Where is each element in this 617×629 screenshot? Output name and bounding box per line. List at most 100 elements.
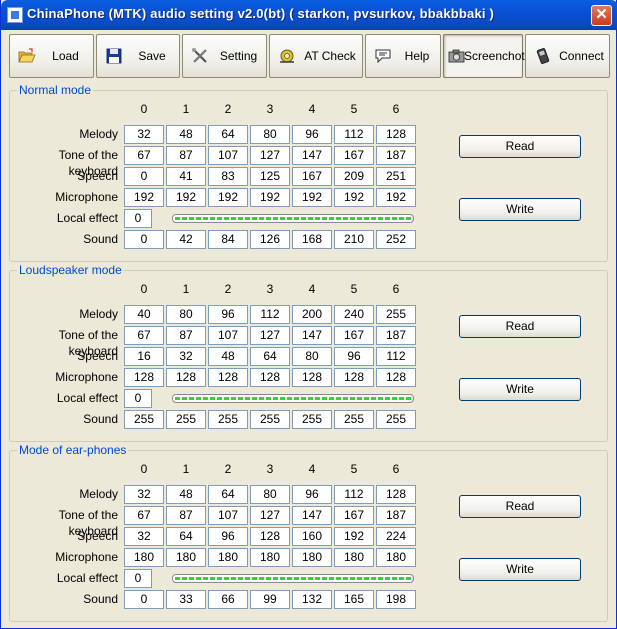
load-button[interactable]: Load [9,34,94,78]
keyboard-value-input[interactable]: 67 [124,146,164,165]
melody-value-input[interactable]: 80 [250,485,290,504]
speech-value-input[interactable]: 96 [334,347,374,366]
microphone-value-input[interactable]: 180 [124,548,164,567]
melody-value-input[interactable]: 112 [334,125,374,144]
write-button[interactable]: Write [459,558,581,581]
melody-value-input[interactable]: 96 [208,305,248,324]
keyboard-value-input[interactable]: 87 [166,326,206,345]
melody-value-input[interactable]: 96 [292,125,332,144]
sound-value-input[interactable]: 84 [208,230,248,249]
speech-value-input[interactable]: 80 [292,347,332,366]
sound-value-input[interactable]: 168 [292,230,332,249]
melody-value-input[interactable]: 32 [124,485,164,504]
keyboard-value-input[interactable]: 107 [208,326,248,345]
keyboard-value-input[interactable]: 107 [208,146,248,165]
melody-value-input[interactable]: 200 [292,305,332,324]
microphone-value-input[interactable]: 192 [334,188,374,207]
connect-button[interactable]: Connect [525,34,610,78]
microphone-value-input[interactable]: 128 [208,368,248,387]
setting-button[interactable]: Setting [182,34,267,78]
close-button[interactable]: ✕ [591,5,612,26]
sound-value-input[interactable]: 255 [208,410,248,429]
microphone-value-input[interactable]: 192 [208,188,248,207]
microphone-value-input[interactable]: 128 [250,368,290,387]
sound-value-input[interactable]: 126 [250,230,290,249]
melody-value-input[interactable]: 96 [292,485,332,504]
read-button[interactable]: Read [459,135,581,158]
screenshot-button[interactable]: Screenchot [443,34,525,78]
melody-value-input[interactable]: 240 [334,305,374,324]
read-button[interactable]: Read [459,495,581,518]
microphone-value-input[interactable]: 180 [376,548,416,567]
microphone-value-input[interactable]: 192 [166,188,206,207]
speech-value-input[interactable]: 125 [250,167,290,186]
microphone-value-input[interactable]: 180 [292,548,332,567]
sound-value-input[interactable]: 255 [376,410,416,429]
sound-value-input[interactable]: 33 [166,590,206,609]
sound-value-input[interactable]: 165 [334,590,374,609]
keyboard-value-input[interactable]: 167 [334,506,374,525]
keyboard-value-input[interactable]: 87 [166,146,206,165]
speech-value-input[interactable]: 64 [250,347,290,366]
speech-value-input[interactable]: 224 [376,527,416,546]
keyboard-value-input[interactable]: 87 [166,506,206,525]
title-bar[interactable]: ChinaPhone (MTK) audio setting v2.0(bt) … [1,0,617,30]
microphone-value-input[interactable]: 192 [376,188,416,207]
save-button[interactable]: Save [96,34,180,78]
sound-value-input[interactable]: 255 [166,410,206,429]
melody-value-input[interactable]: 112 [250,305,290,324]
keyboard-value-input[interactable]: 147 [292,506,332,525]
microphone-value-input[interactable]: 128 [376,368,416,387]
melody-value-input[interactable]: 80 [250,125,290,144]
microphone-value-input[interactable]: 180 [166,548,206,567]
melody-value-input[interactable]: 128 [376,125,416,144]
speech-value-input[interactable]: 160 [292,527,332,546]
microphone-value-input[interactable]: 180 [334,548,374,567]
sound-value-input[interactable]: 255 [124,410,164,429]
speech-value-input[interactable]: 192 [334,527,374,546]
keyboard-value-input[interactable]: 127 [250,326,290,345]
keyboard-value-input[interactable]: 67 [124,326,164,345]
sound-value-input[interactable]: 255 [334,410,374,429]
melody-value-input[interactable]: 32 [124,125,164,144]
speech-value-input[interactable]: 128 [250,527,290,546]
melody-value-input[interactable]: 40 [124,305,164,324]
keyboard-value-input[interactable]: 127 [250,506,290,525]
help-button[interactable]: Help [365,34,441,78]
microphone-value-input[interactable]: 128 [166,368,206,387]
keyboard-value-input[interactable]: 147 [292,146,332,165]
keyboard-value-input[interactable]: 107 [208,506,248,525]
read-button[interactable]: Read [459,315,581,338]
local-effect-slider[interactable] [172,214,414,223]
sound-value-input[interactable]: 255 [292,410,332,429]
microphone-value-input[interactable]: 128 [292,368,332,387]
keyboard-value-input[interactable]: 67 [124,506,164,525]
sound-value-input[interactable]: 42 [166,230,206,249]
melody-value-input[interactable]: 64 [208,485,248,504]
sound-value-input[interactable]: 0 [124,230,164,249]
sound-value-input[interactable]: 0 [124,590,164,609]
speech-value-input[interactable]: 251 [376,167,416,186]
melody-value-input[interactable]: 80 [166,305,206,324]
sound-value-input[interactable]: 132 [292,590,332,609]
speech-value-input[interactable]: 0 [124,167,164,186]
keyboard-value-input[interactable]: 167 [334,326,374,345]
speech-value-input[interactable]: 32 [124,527,164,546]
local-effect-input[interactable]: 0 [124,209,152,228]
local-effect-slider[interactable] [172,574,414,583]
sound-value-input[interactable]: 66 [208,590,248,609]
local-effect-slider[interactable] [172,394,414,403]
keyboard-value-input[interactable]: 187 [376,506,416,525]
speech-value-input[interactable]: 83 [208,167,248,186]
sound-value-input[interactable]: 99 [250,590,290,609]
at-check-button[interactable]: AT Check [269,34,363,78]
sound-value-input[interactable]: 210 [334,230,374,249]
speech-value-input[interactable]: 32 [166,347,206,366]
speech-value-input[interactable]: 48 [208,347,248,366]
melody-value-input[interactable]: 128 [376,485,416,504]
melody-value-input[interactable]: 48 [166,485,206,504]
sound-value-input[interactable]: 198 [376,590,416,609]
keyboard-value-input[interactable]: 187 [376,146,416,165]
local-effect-input[interactable]: 0 [124,569,152,588]
keyboard-value-input[interactable]: 167 [334,146,374,165]
